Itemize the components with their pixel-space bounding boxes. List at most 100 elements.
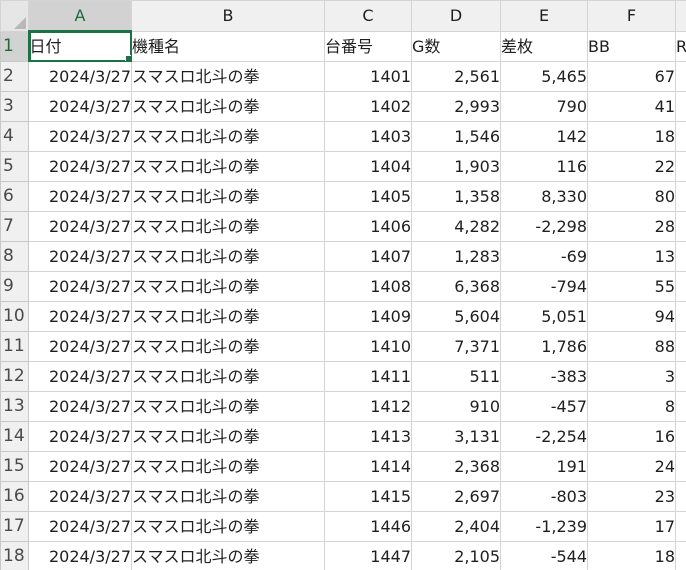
column-header-g[interactable] [675, 0, 686, 32]
cell-a[interactable]: 2024/3/27 [28, 301, 132, 332]
cell-a[interactable]: 2024/3/27 [28, 391, 132, 422]
cell-f[interactable]: 8 [587, 391, 676, 422]
row-header[interactable]: 1 [0, 30, 30, 62]
cell-c[interactable]: 1401 [324, 61, 412, 92]
column-header-f[interactable]: F [587, 0, 676, 32]
cell-c[interactable]: 1415 [324, 481, 412, 512]
cell-g[interactable] [675, 181, 686, 212]
cell-c[interactable]: 1408 [324, 271, 412, 302]
cell-g[interactable] [675, 301, 686, 332]
row-header[interactable]: 17 [0, 511, 29, 542]
cell-g[interactable] [675, 541, 686, 570]
cell-g[interactable] [675, 511, 686, 542]
cell-d[interactable]: 4,282 [411, 211, 501, 242]
cell-d[interactable]: 910 [411, 391, 501, 422]
cell-g[interactable] [675, 121, 686, 152]
cell-e[interactable]: -457 [500, 391, 588, 422]
cell-a[interactable]: 2024/3/27 [28, 451, 132, 482]
cell-f[interactable]: 67 [587, 61, 676, 92]
cell-e[interactable]: 5,465 [500, 61, 588, 92]
cell-e[interactable]: -1,239 [500, 511, 588, 542]
cell-b[interactable]: スマスロ北斗の拳 [131, 451, 325, 482]
cell-g[interactable] [675, 451, 686, 482]
cell-c[interactable]: 1413 [324, 421, 412, 452]
row-header[interactable]: 14 [0, 421, 29, 452]
cell-c[interactable]: 1406 [324, 211, 412, 242]
cell-c[interactable]: 1409 [324, 301, 412, 332]
cell-b[interactable]: スマスロ北斗の拳 [131, 391, 325, 422]
cell-c[interactable]: 1412 [324, 391, 412, 422]
cell-e[interactable]: 142 [500, 121, 588, 152]
cell-a[interactable]: 2024/3/27 [28, 91, 132, 122]
cell-a[interactable]: 2024/3/27 [28, 511, 132, 542]
cell-d[interactable]: 3,131 [411, 421, 501, 452]
cell-f[interactable]: 16 [587, 421, 676, 452]
cell-g[interactable] [675, 91, 686, 122]
cell-d[interactable]: 2,561 [411, 61, 501, 92]
cell-c[interactable]: 1410 [324, 331, 412, 362]
row-header[interactable]: 10 [0, 301, 29, 332]
cell-a[interactable]: 2024/3/27 [28, 241, 132, 272]
cell-b[interactable]: スマスロ北斗の拳 [131, 181, 325, 212]
row-header[interactable]: 3 [0, 91, 29, 122]
cell-a[interactable]: 2024/3/27 [28, 211, 132, 242]
cell-d1[interactable]: G数 [411, 30, 501, 62]
select-all-button[interactable] [0, 0, 29, 32]
row-header[interactable]: 8 [0, 241, 29, 272]
cell-d[interactable]: 1,903 [411, 151, 501, 182]
cell-e[interactable]: -2,254 [500, 421, 588, 452]
cell-g[interactable] [675, 421, 686, 452]
cell-f[interactable]: 28 [587, 211, 676, 242]
cell-f[interactable]: 23 [587, 481, 676, 512]
cell-e[interactable]: 1,786 [500, 331, 588, 362]
cell-b[interactable]: スマスロ北斗の拳 [131, 331, 325, 362]
cell-b[interactable]: スマスロ北斗の拳 [131, 541, 325, 570]
cell-g[interactable] [675, 331, 686, 362]
row-header[interactable]: 15 [0, 451, 29, 482]
cell-a[interactable]: 2024/3/27 [28, 271, 132, 302]
cell-b[interactable]: スマスロ北斗の拳 [131, 271, 325, 302]
cell-f[interactable]: 94 [587, 301, 676, 332]
cell-e[interactable]: 5,051 [500, 301, 588, 332]
cell-a[interactable]: 2024/3/27 [28, 331, 132, 362]
column-header-a[interactable]: A [28, 0, 132, 32]
cell-d[interactable]: 511 [411, 361, 501, 392]
cell-g[interactable] [675, 271, 686, 302]
cell-c[interactable]: 1407 [324, 241, 412, 272]
cell-c[interactable]: 1411 [324, 361, 412, 392]
cell-a[interactable]: 2024/3/27 [28, 421, 132, 452]
cell-f[interactable]: 17 [587, 511, 676, 542]
cell-f[interactable]: 80 [587, 181, 676, 212]
row-header[interactable]: 11 [0, 331, 29, 362]
cell-g[interactable] [675, 241, 686, 272]
cell-a1[interactable]: 日付 [28, 30, 132, 62]
cell-b[interactable]: スマスロ北斗の拳 [131, 301, 325, 332]
cell-g[interactable] [675, 211, 686, 242]
cell-f[interactable]: 13 [587, 241, 676, 272]
cell-b[interactable]: スマスロ北斗の拳 [131, 241, 325, 272]
cell-g1[interactable]: R [675, 30, 686, 62]
cell-g[interactable] [675, 361, 686, 392]
cell-e1[interactable]: 差枚 [500, 30, 588, 62]
cell-b[interactable]: スマスロ北斗の拳 [131, 481, 325, 512]
row-header[interactable]: 5 [0, 151, 29, 182]
row-header[interactable]: 16 [0, 481, 29, 512]
cell-d[interactable]: 2,404 [411, 511, 501, 542]
cell-e[interactable]: -544 [500, 541, 588, 570]
cell-f[interactable]: 18 [587, 541, 676, 570]
cell-a[interactable]: 2024/3/27 [28, 151, 132, 182]
cell-f[interactable]: 18 [587, 121, 676, 152]
column-header-c[interactable]: C [324, 0, 412, 32]
cell-e[interactable]: -803 [500, 481, 588, 512]
column-header-b[interactable]: B [131, 0, 325, 32]
cell-e[interactable]: 8,330 [500, 181, 588, 212]
cell-b[interactable]: スマスロ北斗の拳 [131, 121, 325, 152]
cell-b1[interactable]: 機種名 [131, 30, 325, 62]
row-header[interactable]: 7 [0, 211, 29, 242]
cell-c[interactable]: 1404 [324, 151, 412, 182]
cell-g[interactable] [675, 61, 686, 92]
cell-g[interactable] [675, 481, 686, 512]
cell-g[interactable] [675, 391, 686, 422]
cell-d[interactable]: 2,697 [411, 481, 501, 512]
cell-f[interactable]: 55 [587, 271, 676, 302]
